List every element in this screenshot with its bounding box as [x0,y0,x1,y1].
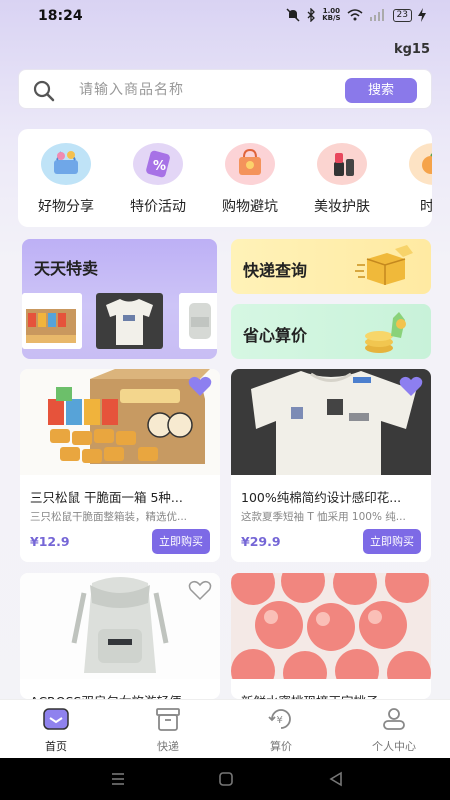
charging-bolt-icon [418,8,426,22]
tab-label: 快递 [157,740,179,753]
product-description: 这款夏季短袖 T 恤采用 100% 纯... [241,511,406,523]
status-time: 18:24 [38,8,83,24]
mute-bell-icon [286,8,300,22]
favorite-heart-icon[interactable] [188,375,212,397]
status-bar: 18:24 1.00 KB/S 23 [0,0,450,34]
product-card[interactable]: 新鲜水蜜桃现摘正宗桃子... [231,573,431,699]
express-query-title: 快递查询 [243,261,308,280]
category-item-fresh[interactable]: 时鲜 [394,143,432,216]
product-title: 新鲜水蜜桃现摘正宗桃子... [241,691,423,699]
category-label: 特价活动 [130,199,186,215]
back-icon[interactable] [326,769,346,789]
backpack-thumbnail [179,293,217,349]
buy-now-button[interactable]: 立即购买 [152,529,210,554]
category-item-avoid-pitfalls[interactable]: 购物避坑 [210,143,290,216]
package-box-icon [156,708,180,731]
tab-label: 算价 [270,740,292,753]
price-calc-icon: ¥ [268,709,291,729]
system-nav-bar [0,758,450,800]
user-profile-icon [383,708,405,730]
price-calc-card[interactable]: 省心算价 [231,304,431,359]
product-title: ACROSS双肩包女旅游轻便... [30,691,212,699]
wifi-icon [347,9,363,21]
product-title: 100%纯棉简约设计感印花... [241,490,402,505]
tab-express[interactable]: 快递 [128,706,208,754]
svg-text:%: % [153,159,166,174]
product-card[interactable]: 三只松鼠 干脆面一箱 5种... 三只松鼠干脆面整箱装，精选优... ¥12.9… [20,369,220,562]
bluetooth-icon [307,8,316,22]
category-panel: 好物分享 % 特价活动 购物避坑 美妆护肤 时鲜 [18,129,432,227]
signal-icon [369,9,384,21]
produce-icon [409,143,432,185]
tab-label: 首页 [45,740,67,753]
buy-now-button[interactable]: 立即购买 [363,529,421,554]
bottom-tab-bar: 首页 快递 ¥ 算价 个人中心 [0,699,450,758]
product-description: 三只松鼠干脆面整箱装，精选优... [30,511,188,523]
category-label: 好物分享 [38,199,94,215]
home-icon [43,708,69,730]
daily-deals-card[interactable]: 天天特卖 [22,239,217,359]
daily-deals-images [22,293,217,349]
tab-home[interactable]: 首页 [16,706,96,754]
user-name[interactable]: kg15 [394,42,430,57]
search-bar: 搜索 [18,69,432,109]
battery-indicator: 23 [392,8,412,22]
category-item-beauty[interactable]: 美妆护肤 [302,143,382,216]
coins-icon [365,312,406,353]
tab-label: 个人中心 [372,740,416,753]
price-calc-title: 省心算价 [243,326,308,345]
home-button-icon[interactable] [216,769,236,789]
daily-deals-title: 天天特卖 [34,259,99,278]
discount-tag-icon: % [133,143,183,185]
category-item-discount[interactable]: % 特价活动 [118,143,198,216]
category-label: 时鲜 [420,199,432,215]
product-card[interactable]: 100%纯棉简约设计感印花... 这款夏季短袖 T 恤采用 100% 纯... … [231,369,431,562]
tab-profile[interactable]: 个人中心 [354,706,434,754]
status-icons: 1.00 KB/S 23 [286,8,426,22]
product-price: ¥12.9 [30,534,70,549]
peaches-image [231,573,431,679]
express-query-card[interactable]: 快递查询 [231,239,431,294]
category-label: 美妆护肤 [314,199,370,215]
search-input[interactable] [79,78,329,102]
svg-text:¥: ¥ [277,715,283,726]
delivery-box-icon [355,245,413,285]
search-icon [33,80,55,102]
favorite-heart-icon[interactable] [399,375,423,397]
tshirt-thumbnail [96,293,163,349]
menu-icon[interactable] [108,769,128,789]
shopping-bag-icon [225,143,275,185]
lipstick-icon [317,143,367,185]
product-title: 三只松鼠 干脆面一箱 5种... [30,490,183,505]
net-speed: 1.00 KB/S [322,7,341,22]
favorite-heart-outline-icon[interactable] [188,579,212,601]
product-card[interactable]: ACROSS双肩包女旅游轻便... [20,573,220,699]
tab-price-calc[interactable]: ¥ 算价 [241,706,321,754]
category-label: 购物避坑 [222,199,278,215]
search-button[interactable]: 搜索 [345,78,417,103]
snack-thumbnail [22,293,82,349]
category-item-share[interactable]: 好物分享 [26,143,106,216]
shopping-basket-icon [41,143,91,185]
product-price: ¥29.9 [241,534,281,549]
